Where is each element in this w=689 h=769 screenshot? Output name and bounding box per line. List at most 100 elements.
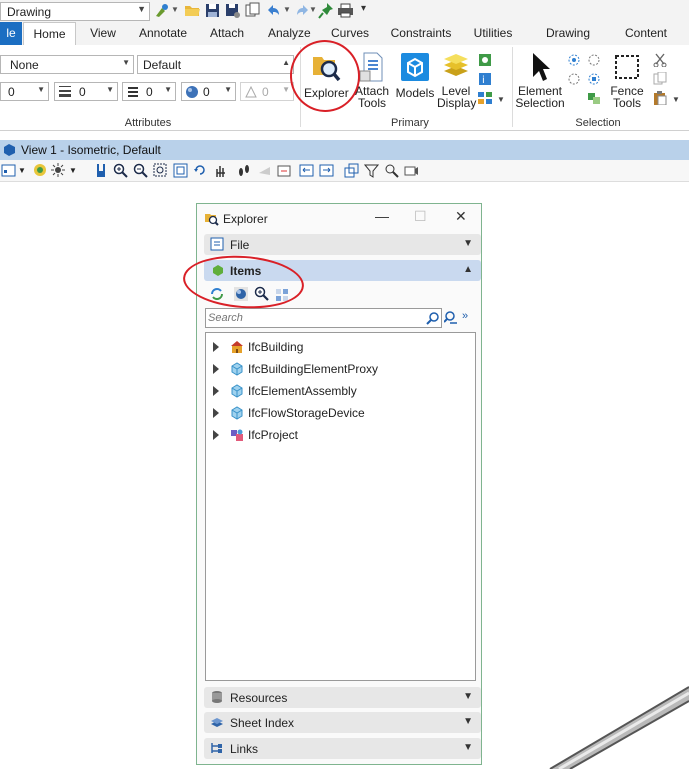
tab-utilities[interactable]: Utilities [472, 22, 514, 45]
group-icon[interactable] [586, 91, 602, 105]
chevron-down-icon[interactable]: ▼ [463, 716, 473, 727]
copy-icon[interactable] [652, 72, 668, 86]
chevron-down-icon[interactable]: ▼ [282, 85, 290, 94]
text-style-combo[interactable]: Default ▲ [137, 55, 294, 74]
weight-combo[interactable]: 0 ▼ [54, 82, 118, 101]
models-button[interactable]: Models [395, 51, 435, 99]
select-invert-icon[interactable] [586, 72, 602, 86]
tab-drawing-aids[interactable]: Drawing Aids [533, 22, 603, 62]
clip-volume-icon[interactable] [344, 163, 359, 178]
brightness-icon[interactable] [51, 163, 66, 178]
links-section-header[interactable]: Links ▼ [204, 738, 481, 759]
close-button[interactable]: ✕ [455, 208, 467, 225]
customize-quick-access-icon[interactable]: ▾ [361, 3, 366, 14]
expand-arrow-icon[interactable] [213, 408, 219, 418]
level-combo[interactable]: None ▼ [0, 55, 134, 74]
select-none-icon[interactable] [566, 72, 582, 86]
grid-icon[interactable] [477, 91, 493, 105]
pan-view-icon[interactable] [213, 163, 228, 178]
chevron-down-icon[interactable]: ▼ [497, 95, 505, 104]
fit-view-icon[interactable] [173, 163, 188, 178]
expand-arrow-icon[interactable] [213, 364, 219, 374]
select-lock-icon[interactable] [586, 53, 602, 67]
undo-icon[interactable] [264, 2, 281, 19]
tab-file[interactable]: le [0, 22, 22, 45]
properties-icon[interactable]: i [477, 72, 493, 86]
tree-row[interactable]: IfcProject [206, 425, 466, 445]
tab-constraints[interactable]: Constraints [389, 22, 453, 45]
zoom-out-icon[interactable] [133, 163, 148, 178]
tree-row[interactable]: IfcElementAssembly [206, 381, 466, 401]
expand-arrow-icon[interactable] [213, 342, 219, 352]
element-selection-button[interactable]: Element Selection [515, 51, 565, 109]
chevron-down-icon[interactable]: ▼ [106, 85, 114, 94]
walk-icon[interactable] [237, 163, 252, 178]
chevron-down-icon[interactable]: ▼ [463, 742, 473, 753]
level-display-button[interactable]: Level Display [437, 51, 476, 109]
zoom-in-icon[interactable] [113, 163, 128, 178]
copy-view-icon[interactable] [299, 163, 314, 178]
chevron-down-icon[interactable]: ▼ [463, 238, 473, 249]
tab-view[interactable]: View [88, 22, 118, 45]
chevron-down-icon[interactable]: ▼ [672, 95, 680, 104]
expand-options-icon[interactable]: » [462, 310, 468, 322]
chevron-down-icon[interactable]: ▼ [463, 691, 473, 702]
view-next-icon[interactable] [277, 163, 292, 178]
filter-icon[interactable] [364, 163, 379, 178]
color-combo[interactable]: 0 ▼ [0, 82, 49, 101]
search-icon[interactable] [426, 311, 440, 325]
tree-row[interactable]: IfcFlowStorageDevice [206, 403, 466, 423]
linestyle-combo[interactable]: 0 ▼ [122, 82, 176, 101]
camera-icon[interactable] [404, 163, 419, 178]
tree-row[interactable]: IfcBuildingElementProxy [206, 359, 466, 379]
chevron-down-icon[interactable]: ▼ [171, 5, 179, 14]
display-style-icon[interactable] [33, 163, 48, 178]
chevron-down-icon[interactable]: ▲ [282, 58, 290, 67]
tab-attach[interactable]: Attach [208, 22, 246, 45]
save-icon[interactable] [204, 2, 221, 19]
view-attributes-icon[interactable] [1, 163, 16, 178]
advanced-search-icon[interactable] [444, 310, 459, 326]
chevron-down-icon[interactable]: ▼ [224, 85, 232, 94]
tab-annotate[interactable]: Annotate [137, 22, 189, 45]
chevron-up-icon[interactable]: ▲ [463, 264, 473, 275]
pin-icon[interactable] [318, 2, 335, 19]
update-view-icon[interactable] [94, 163, 109, 178]
cut-icon[interactable] [652, 53, 668, 67]
resources-section-header[interactable]: Resources ▼ [204, 687, 481, 708]
fence-tools-button[interactable]: Fence Tools [606, 51, 648, 109]
chevron-down-icon[interactable]: ▼ [37, 85, 45, 94]
search-input[interactable] [208, 310, 420, 326]
select-circle-icon[interactable] [566, 53, 582, 67]
search-box[interactable] [205, 308, 442, 328]
file-section-header[interactable]: File ▼ [204, 234, 481, 255]
tab-home[interactable]: Home [23, 22, 76, 46]
open-folder-icon[interactable] [184, 2, 201, 19]
brush-icon[interactable] [153, 2, 170, 19]
view-previous-icon[interactable] [257, 163, 272, 178]
copy-icon[interactable] [244, 2, 261, 19]
chevron-down-icon[interactable]: ▼ [283, 5, 291, 14]
tab-content[interactable]: Content [623, 22, 669, 45]
tree-row[interactable]: IfcBuilding [206, 337, 466, 357]
transparency-combo[interactable]: 0 ▼ [181, 82, 236, 101]
clip-mask-icon[interactable] [384, 163, 399, 178]
save-settings-icon[interactable] [224, 2, 241, 19]
chevron-down-icon[interactable]: ▼ [122, 58, 130, 67]
chevron-down-icon[interactable]: ▼ [164, 85, 172, 94]
window-area-icon[interactable] [153, 163, 168, 178]
paste-icon[interactable] [652, 91, 668, 105]
chevron-down-icon[interactable]: ▼ [309, 5, 317, 14]
forward-view-icon[interactable] [319, 163, 334, 178]
rotate-view-icon[interactable] [193, 163, 208, 178]
print-icon[interactable] [337, 2, 354, 19]
priority-combo[interactable]: 0 ▼ [240, 82, 294, 101]
minimize-button[interactable]: — [375, 208, 389, 224]
maximize-button[interactable]: ☐ [414, 208, 427, 225]
tab-analyze[interactable]: Analyze [268, 22, 311, 45]
workspace-combo[interactable]: Drawing ▼ [0, 2, 150, 21]
sheet-index-section-header[interactable]: Sheet Index ▼ [204, 712, 481, 733]
references-icon[interactable] [477, 53, 493, 67]
chevron-down-icon[interactable]: ▼ [18, 166, 26, 175]
chevron-down-icon[interactable]: ▼ [137, 4, 146, 14]
